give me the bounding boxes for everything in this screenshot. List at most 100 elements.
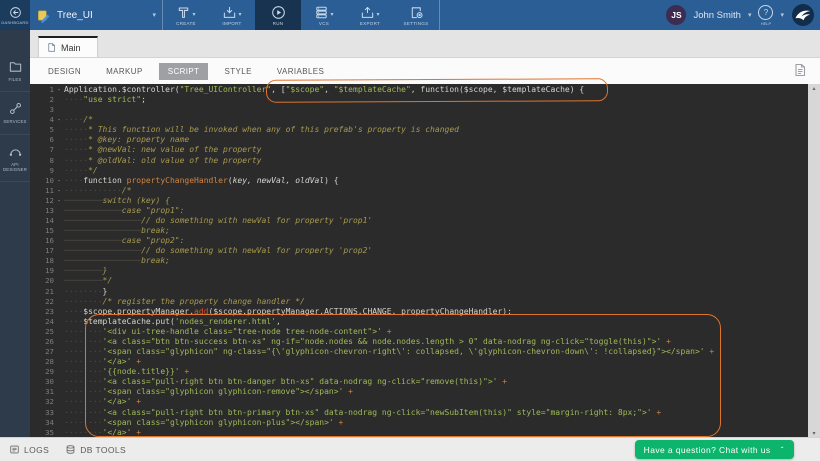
code-line[interactable]: 12-────────switch (key) {: [30, 196, 808, 206]
fold-marker-icon[interactable]: -: [54, 115, 64, 125]
code-line[interactable]: 1-Application.$controller("Tree_UIContro…: [30, 85, 808, 95]
chevron-up-icon: ⌃: [780, 446, 785, 453]
code-line[interactable]: 18────────────────break;: [30, 256, 808, 266]
logs-button[interactable]: LOGS: [9, 444, 49, 455]
subtab-design[interactable]: DESIGN: [39, 63, 90, 80]
fold-marker-icon[interactable]: -: [54, 85, 64, 95]
file-action-icon[interactable]: [792, 62, 808, 78]
code-line[interactable]: 8·····* @oldVal: old value of the proper…: [30, 156, 808, 166]
caret-down-icon[interactable]: ▾: [330, 11, 333, 18]
code-line[interactable]: 16────────────case "prop2":: [30, 236, 808, 246]
code-area[interactable]: 1-Application.$controller("Tree_UIContro…: [30, 84, 808, 438]
sidebar-item-files[interactable]: FILES: [0, 50, 30, 92]
subtab-variables[interactable]: VARIABLES: [268, 63, 333, 80]
code-line[interactable]: 3: [30, 105, 808, 115]
code-text: ────────────────// do something with new…: [64, 246, 808, 256]
topbar-toolbar: ▾CREATE▾IMPORTRUN▾VCS▾EXPORTSETTINGS: [162, 0, 440, 30]
line-number: 26: [30, 337, 54, 347]
dashboard-button[interactable]: DASHBOARD: [0, 0, 30, 30]
topbar-export-button[interactable]: ▾EXPORT: [347, 0, 393, 30]
fold-marker-icon[interactable]: -: [54, 196, 64, 206]
subtab-script[interactable]: SCRIPT: [159, 63, 209, 80]
caret-down-icon[interactable]: ▾: [238, 11, 241, 18]
caret-down-icon[interactable]: ▾: [376, 11, 379, 18]
code-line[interactable]: 21········}: [30, 287, 808, 297]
code-line[interactable]: 6·····* @key: property name: [30, 135, 808, 145]
fold-marker-icon[interactable]: -: [54, 176, 64, 186]
code-line[interactable]: 31 ········'<span class="glyphicon glyphi…: [30, 387, 808, 397]
code-line[interactable]: 15────────────────break;: [30, 226, 808, 236]
code-line[interactable]: 19────────}: [30, 266, 808, 276]
fold-gutter: [54, 357, 64, 367]
fold-gutter: [54, 337, 64, 347]
line-number: 17: [30, 246, 54, 256]
topbar-vcs-button[interactable]: ▾VCS: [301, 0, 347, 30]
line-number: 13: [30, 206, 54, 216]
code-line[interactable]: 33········'<a class="pull-right btn btn-…: [30, 408, 808, 418]
code-line[interactable]: 13────────────case "prop1":: [30, 206, 808, 216]
code-line[interactable]: 20────────*/: [30, 276, 808, 286]
help-button[interactable]: ? HELP: [758, 5, 773, 26]
help-caret-icon[interactable]: ▾: [780, 11, 784, 19]
code-line[interactable]: 14────────────────// do something with n…: [30, 216, 808, 226]
code-line[interactable]: 30········'<a class="pull-right btn btn-…: [30, 377, 808, 387]
tab-main[interactable]: Main: [38, 36, 98, 57]
scroll-down-icon[interactable]: ▾: [812, 430, 815, 437]
vcs-icon: [314, 5, 329, 20]
scroll-up-icon[interactable]: ▴: [812, 85, 815, 92]
code-text: ········'<span class="glyphicon" ng-clas…: [64, 347, 808, 357]
sidebar-item-api-designer[interactable]: API DESIGNER: [0, 135, 30, 183]
script-editor[interactable]: 1-Application.$controller("Tree_UIContro…: [30, 84, 820, 438]
chat-widget-button[interactable]: Have a question? Chat with us ⌃: [635, 440, 794, 459]
code-text: ········'<span class="glyphicon glyphico…: [64, 387, 808, 397]
fold-gutter: [54, 377, 64, 387]
wavemaker-logo-icon: [791, 3, 815, 27]
code-text: ·····* This function will be invoked whe…: [64, 125, 808, 135]
user-menu-caret-icon[interactable]: ▾: [748, 11, 752, 19]
topbar-import-button[interactable]: ▾IMPORT: [209, 0, 255, 30]
code-line[interactable]: 23····$scope.propertyManager.add($scope.…: [30, 307, 808, 317]
code-line[interactable]: 10-····function propertyChangeHandler(ke…: [30, 176, 808, 186]
code-line[interactable]: 32········'</a>' +: [30, 397, 808, 407]
line-number: 31: [30, 387, 54, 397]
settings-icon: [409, 5, 424, 20]
code-line[interactable]: 5·····* This function will be invoked wh…: [30, 125, 808, 135]
topbar-settings-button[interactable]: SETTINGS: [393, 0, 439, 30]
code-line[interactable]: 11-············/*: [30, 186, 808, 196]
sidebar-item-services[interactable]: SERVICES: [0, 92, 30, 134]
code-line[interactable]: 25········'<div ui-tree-handle class="tr…: [30, 327, 808, 337]
code-line[interactable]: 34········'<span class="glyphicon glyphi…: [30, 418, 808, 428]
code-line[interactable]: 24····$templateCache.put('nodes_renderer…: [30, 317, 808, 327]
project-selector[interactable]: Tree_UI ▾: [30, 0, 162, 30]
code-line[interactable]: 7·····* @newVal: new value of the proper…: [30, 145, 808, 155]
code-line[interactable]: 4-····/*: [30, 115, 808, 125]
code-line[interactable]: 27········'<span class="glyphicon" ng-cl…: [30, 347, 808, 357]
code-line[interactable]: 29········'{{node.title}}' +: [30, 367, 808, 377]
code-line[interactable]: 28········'</a>' +: [30, 357, 808, 367]
user-avatar[interactable]: JS: [666, 5, 686, 25]
code-line[interactable]: 22········/* register the property chang…: [30, 297, 808, 307]
line-number: 25: [30, 327, 54, 337]
db-tools-button[interactable]: DB TOOLS: [65, 444, 126, 455]
code-line[interactable]: 17 ────────────────// do something with n…: [30, 246, 808, 256]
code-text: ············/*: [64, 186, 808, 196]
fold-gutter: [54, 166, 64, 176]
code-line[interactable]: 2····"use strict";: [30, 95, 808, 105]
subtab-markup[interactable]: MARKUP: [97, 63, 152, 80]
code-text: ········}: [64, 287, 808, 297]
topbar-create-button[interactable]: ▾CREATE: [163, 0, 209, 30]
help-label: HELP: [761, 21, 771, 26]
line-number: 10: [30, 176, 54, 186]
subtab-style[interactable]: STYLE: [215, 63, 260, 80]
fold-marker-icon[interactable]: -: [54, 186, 64, 196]
topbar-run-button[interactable]: RUN: [255, 0, 301, 30]
code-line[interactable]: 9·····*/: [30, 166, 808, 176]
line-number: 30: [30, 377, 54, 387]
content-pane: Main DESIGN MARKUP SCRIPT STYLE VARIABLES 1-…: [30, 30, 820, 437]
editor-scrollbar[interactable]: ▴ ▾: [808, 84, 820, 438]
sub-tab-bar: DESIGN MARKUP SCRIPT STYLE VARIABLES: [30, 58, 820, 84]
folder-icon: [8, 59, 23, 74]
code-text: ·····* @oldVal: old value of the propert…: [64, 156, 808, 166]
caret-down-icon[interactable]: ▾: [192, 11, 195, 18]
code-line[interactable]: 26········'<a class="btn btn-success btn…: [30, 337, 808, 347]
